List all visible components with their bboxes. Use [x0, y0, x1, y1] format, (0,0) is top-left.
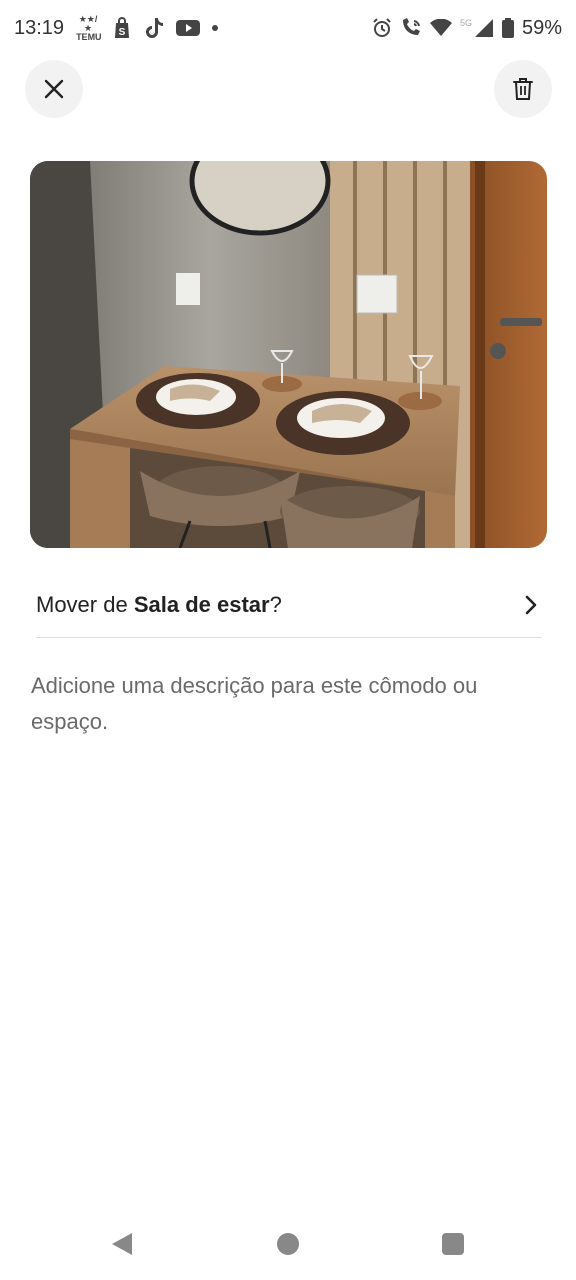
- temu-notification-icon: ★★/★ TEMU: [76, 13, 102, 42]
- delete-button[interactable]: [494, 60, 552, 118]
- more-notifications-dot-icon: [212, 25, 219, 31]
- trash-icon: [513, 78, 533, 100]
- chevron-right-icon: [525, 595, 537, 614]
- signal-icon: [474, 18, 494, 38]
- status-bar: 13:19 ★★/★ TEMU S 5G 59%: [0, 0, 576, 56]
- temu-label: TEMU: [76, 31, 102, 42]
- battery-icon: [501, 18, 514, 38]
- current-room-name: Sala de estar: [133, 591, 270, 617]
- recent-apps-icon[interactable]: [442, 1233, 464, 1255]
- move-suffix: ?: [269, 591, 282, 617]
- status-time: 13:19: [14, 16, 65, 39]
- svg-text:S: S: [119, 27, 126, 38]
- alarm-icon: [372, 18, 392, 38]
- room-photo[interactable]: [30, 161, 547, 548]
- battery-percent: 59%: [521, 16, 562, 39]
- navigation-bar: [0, 1215, 576, 1275]
- tiktok-icon: [144, 17, 164, 39]
- back-icon[interactable]: [110, 1231, 134, 1257]
- wifi-icon: [429, 19, 452, 37]
- close-icon: [44, 79, 64, 99]
- wifi-calling-icon: [400, 18, 422, 38]
- dining-nook-image: [30, 161, 547, 548]
- youtube-icon: [176, 19, 201, 37]
- shopping-bag-icon: S: [112, 17, 132, 39]
- home-icon[interactable]: [277, 1233, 299, 1255]
- move-room-label: Mover de Sala de estar?: [36, 592, 282, 618]
- close-button[interactable]: [25, 60, 83, 118]
- network-type: 5G: [459, 18, 472, 28]
- move-room-row[interactable]: Mover de Sala de estar?: [36, 572, 542, 638]
- temu-label-top: ★★/★: [78, 13, 98, 33]
- description-input[interactable]: Adicione uma descrição para este cômodo …: [31, 668, 551, 740]
- move-prefix: Mover de: [36, 591, 134, 617]
